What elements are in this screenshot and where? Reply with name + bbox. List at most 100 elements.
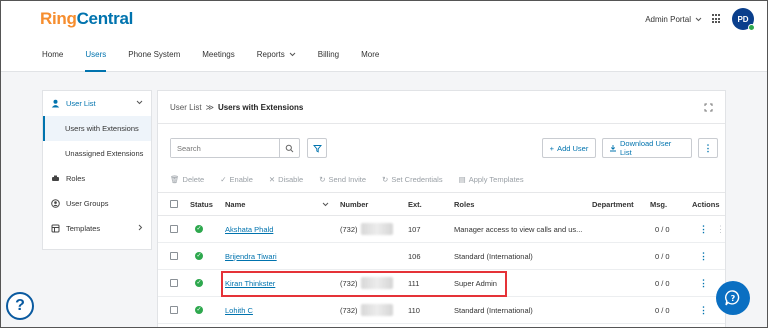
- sidebar-item-label: User Groups: [66, 199, 109, 208]
- download-user-list-button[interactable]: Download User List: [602, 138, 692, 158]
- row-extra-icon[interactable]: ⋮: [716, 224, 725, 235]
- disable-action[interactable]: ✕ Disable: [269, 175, 303, 184]
- column-actions: Actions: [692, 199, 720, 209]
- row-actions-icon[interactable]: ⋮: [699, 278, 708, 289]
- status-active-icon: ✓: [195, 225, 203, 233]
- search-icon: [285, 144, 294, 152]
- sidebar-item-user-groups[interactable]: User Groups: [43, 191, 151, 216]
- admin-portal-dropdown[interactable]: Admin Portal: [645, 15, 702, 24]
- nav-home[interactable]: Home: [42, 38, 63, 72]
- header-divider: [158, 123, 725, 124]
- send-invite-action[interactable]: ↻ Send Invite: [319, 175, 366, 184]
- nav-more-label: More: [361, 50, 380, 59]
- sidebar-item-roles[interactable]: Roles: [43, 166, 151, 191]
- set-credentials-action[interactable]: ↻ Set Credentials: [382, 175, 443, 184]
- nav-phone-system[interactable]: Phone System: [128, 38, 180, 72]
- row-checkbox[interactable]: [170, 306, 178, 314]
- column-number[interactable]: Number: [340, 193, 368, 215]
- nav-reports-label: Reports: [256, 50, 285, 59]
- user-role: Standard (International): [454, 305, 533, 315]
- search-input[interactable]: [171, 139, 279, 157]
- nav-phone-system-label: Phone System: [128, 50, 181, 59]
- sort-chevron-icon[interactable]: [322, 193, 329, 215]
- delete-label: Delete: [182, 175, 205, 184]
- trash-icon: 🗑: [170, 175, 180, 184]
- chat-support-button[interactable]: ?: [716, 281, 750, 315]
- enable-action[interactable]: ✓ Enable: [220, 175, 253, 184]
- status-active-icon: ✓: [195, 279, 203, 287]
- column-roles[interactable]: Roles: [454, 193, 474, 215]
- redacted-number: [360, 304, 393, 316]
- x-icon: ✕: [268, 175, 276, 184]
- sidebar-item-label: Templates: [66, 224, 101, 233]
- download-icon: [610, 145, 616, 152]
- row-actions-icon[interactable]: ⋮: [699, 251, 708, 262]
- logo-central: Central: [76, 9, 134, 28]
- sidebar-item-templates[interactable]: Templates: [43, 216, 151, 241]
- nav-more[interactable]: More: [361, 38, 379, 72]
- logo-ring: Ring: [40, 9, 77, 28]
- sidebar-item-label: Roles: [66, 174, 86, 183]
- user-ext: 111: [408, 278, 420, 288]
- column-status[interactable]: Status: [190, 193, 213, 215]
- user-number: (732): [340, 305, 358, 315]
- help-button[interactable]: ?: [6, 292, 34, 320]
- sidebar-item-label: User List: [66, 99, 96, 108]
- admin-portal-label: Admin Portal: [645, 14, 691, 24]
- user-name-link[interactable]: Brijendra Tiwari: [225, 252, 277, 261]
- templates-icon: [51, 224, 60, 233]
- ringcentral-logo[interactable]: RingCentral: [40, 9, 133, 29]
- redacted-number: [360, 223, 393, 235]
- row-actions-icon[interactable]: ⋮: [699, 224, 708, 235]
- nav-meetings[interactable]: Meetings: [202, 38, 234, 72]
- sidebar-item-unassigned-extensions[interactable]: Unassigned Extensions: [43, 141, 151, 166]
- user-name-link[interactable]: Kiran Thinkster: [225, 279, 275, 288]
- user-name-link[interactable]: Lohith C: [225, 306, 253, 315]
- user-icon: [51, 99, 60, 108]
- filter-icon: [312, 144, 322, 153]
- column-ext[interactable]: Ext.: [408, 193, 422, 215]
- page-title: Users with Extensions: [217, 103, 304, 112]
- avatar[interactable]: PD: [732, 8, 755, 31]
- add-user-button[interactable]: + Add User: [542, 138, 596, 158]
- nav-billing[interactable]: Billing: [318, 38, 339, 72]
- chevron-down-icon: [136, 100, 143, 107]
- more-options-button[interactable]: ⋮: [698, 138, 718, 158]
- presence-indicator: [748, 24, 755, 31]
- search-button[interactable]: [279, 139, 299, 157]
- plus-icon: +: [549, 143, 555, 153]
- refresh-icon: ↻: [319, 175, 326, 184]
- select-all-checkbox[interactable]: [170, 200, 178, 208]
- row-checkbox[interactable]: [170, 252, 178, 260]
- column-name[interactable]: Name: [225, 193, 245, 215]
- user-ext: 106: [408, 251, 421, 261]
- main-nav: Home Users Phone System Meetings Reports…: [0, 38, 768, 72]
- sidebar-item-label: Users with Extensions: [65, 124, 139, 133]
- redacted-number: [360, 277, 393, 289]
- expand-icon[interactable]: [704, 103, 713, 112]
- column-department[interactable]: Department: [592, 193, 634, 215]
- delete-action[interactable]: 🗑 Delete: [170, 175, 204, 184]
- nav-users-label: Users: [85, 50, 107, 59]
- filter-button[interactable]: [307, 138, 327, 158]
- row-checkbox[interactable]: [170, 225, 178, 233]
- app-grid-icon[interactable]: [712, 14, 722, 24]
- select-all-cell: [170, 193, 178, 215]
- nav-reports[interactable]: Reports: [257, 38, 296, 72]
- check-icon: ✓: [220, 175, 227, 184]
- sidebar-item-users-with-extensions[interactable]: Users with Extensions: [43, 116, 151, 141]
- refresh-icon: ↻: [382, 175, 389, 184]
- template-icon: ▤: [458, 175, 466, 184]
- breadcrumb-parent[interactable]: User List: [170, 103, 202, 112]
- sidebar-item-user-list[interactable]: User List: [43, 91, 151, 116]
- table-row: ✓ Brijendra Tiwari 106 Standard (Interna…: [158, 243, 725, 270]
- user-msg: 0 / 0: [655, 305, 670, 315]
- apply-templates-action[interactable]: ▤ Apply Templates: [459, 175, 524, 184]
- nav-users[interactable]: Users: [85, 38, 106, 72]
- user-name-link[interactable]: Akshata Phald: [225, 225, 273, 234]
- status-active-icon: ✓: [195, 306, 203, 314]
- row-checkbox[interactable]: [170, 279, 178, 287]
- row-actions-icon[interactable]: ⋮: [699, 305, 708, 316]
- send-invite-label: Send Invite: [328, 175, 367, 184]
- question-mark-icon: ?: [15, 297, 25, 314]
